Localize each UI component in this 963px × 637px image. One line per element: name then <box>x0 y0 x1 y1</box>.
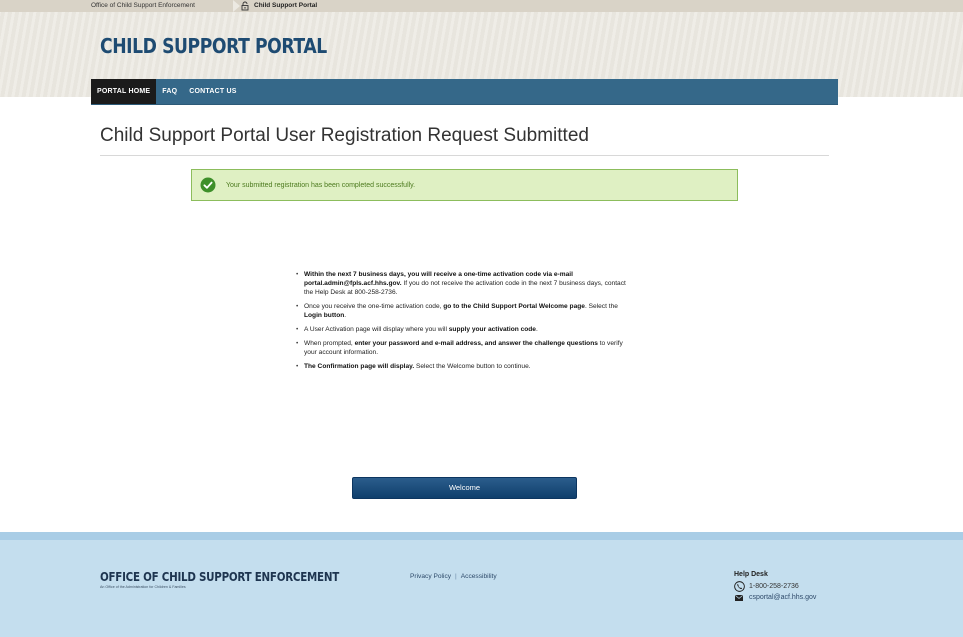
privacy-policy-link[interactable]: Privacy Policy <box>410 573 451 580</box>
helpdesk-phone-number: 1-800-258-2736 <box>749 583 799 590</box>
footer-link-separator: | <box>455 573 457 580</box>
helpdesk-email-address[interactable]: csportal@acf.hhs.gov <box>749 594 816 601</box>
breadcrumb-portal-label: Child Support Portal <box>254 2 318 9</box>
instruction-text: . <box>535 326 538 333</box>
instruction-item: Within the next 7 business days, you wil… <box>296 270 636 297</box>
instruction-text-bold: enter your password and e-mail address, … <box>354 340 598 347</box>
footer-org-title[interactable]: OFFICE OF CHILD SUPPORT ENFORCEMENT <box>100 570 339 584</box>
phone-icon <box>734 581 745 592</box>
footer: OFFICE OF CHILD SUPPORT ENFORCEMENT An O… <box>0 532 963 637</box>
mail-icon <box>735 594 743 601</box>
instruction-item: When prompted, enter your password and e… <box>296 339 636 357</box>
instruction-item: A User Activation page will display wher… <box>296 325 636 334</box>
instruction-text: Select the Welcome button to continue. <box>414 363 531 370</box>
breadcrumb-portal[interactable]: Child Support Portal <box>240 0 317 12</box>
footer-org-subtitle: An Office of the Administration for Chil… <box>100 585 186 589</box>
instruction-text-bold: Login button <box>304 312 345 319</box>
breadcrumb-ocse[interactable]: Office of Child Support Enforcement <box>91 0 209 12</box>
success-message: Your submitted registration has been com… <box>226 181 416 189</box>
instruction-text: A User Activation page will display wher… <box>304 326 449 333</box>
instruction-item: The Confirmation page will display. Sele… <box>296 362 636 371</box>
footer-links: Privacy Policy | Accessibility <box>410 573 497 580</box>
breadcrumb-separator <box>233 0 240 12</box>
instruction-item: Once you receive the one-time activation… <box>296 302 636 320</box>
page-title: Child Support Portal User Registration R… <box>100 125 589 146</box>
check-circle-icon <box>200 177 216 193</box>
main-nav: PORTAL HOME FAQ CONTACT US <box>91 79 838 105</box>
instruction-text: When prompted, <box>304 340 355 347</box>
accessibility-link[interactable]: Accessibility <box>461 573 497 580</box>
nav-faq[interactable]: FAQ <box>156 79 183 104</box>
instruction-text: . <box>344 312 347 319</box>
nav-contact-us[interactable]: CONTACT US <box>183 79 242 104</box>
instruction-text-bold: The Confirmation page will display. <box>304 363 415 370</box>
helpdesk-email: csportal@acf.hhs.gov <box>734 594 874 601</box>
instruction-text-bold: supply your activation code <box>448 326 536 333</box>
instruction-text: . Select the <box>584 303 618 310</box>
lock-icon <box>241 1 249 11</box>
instructions-list: Within the next 7 business days, you wil… <box>296 270 636 376</box>
nav-portal-home[interactable]: PORTAL HOME <box>91 79 157 104</box>
portal-title[interactable]: CHILD SUPPORT PORTAL <box>100 34 327 58</box>
welcome-button[interactable]: Welcome <box>352 477 577 499</box>
instruction-text: Once you receive the one-time activation… <box>304 303 444 310</box>
helpdesk: Help Desk 1-800-258-2736 csportal@acf.hh… <box>734 571 874 603</box>
helpdesk-phone: 1-800-258-2736 <box>734 581 874 592</box>
success-alert: Your submitted registration has been com… <box>191 169 738 201</box>
title-divider <box>100 155 829 156</box>
instruction-text-bold: go to the Child Support Portal Welcome p… <box>443 303 585 310</box>
helpdesk-title: Help Desk <box>734 571 768 578</box>
